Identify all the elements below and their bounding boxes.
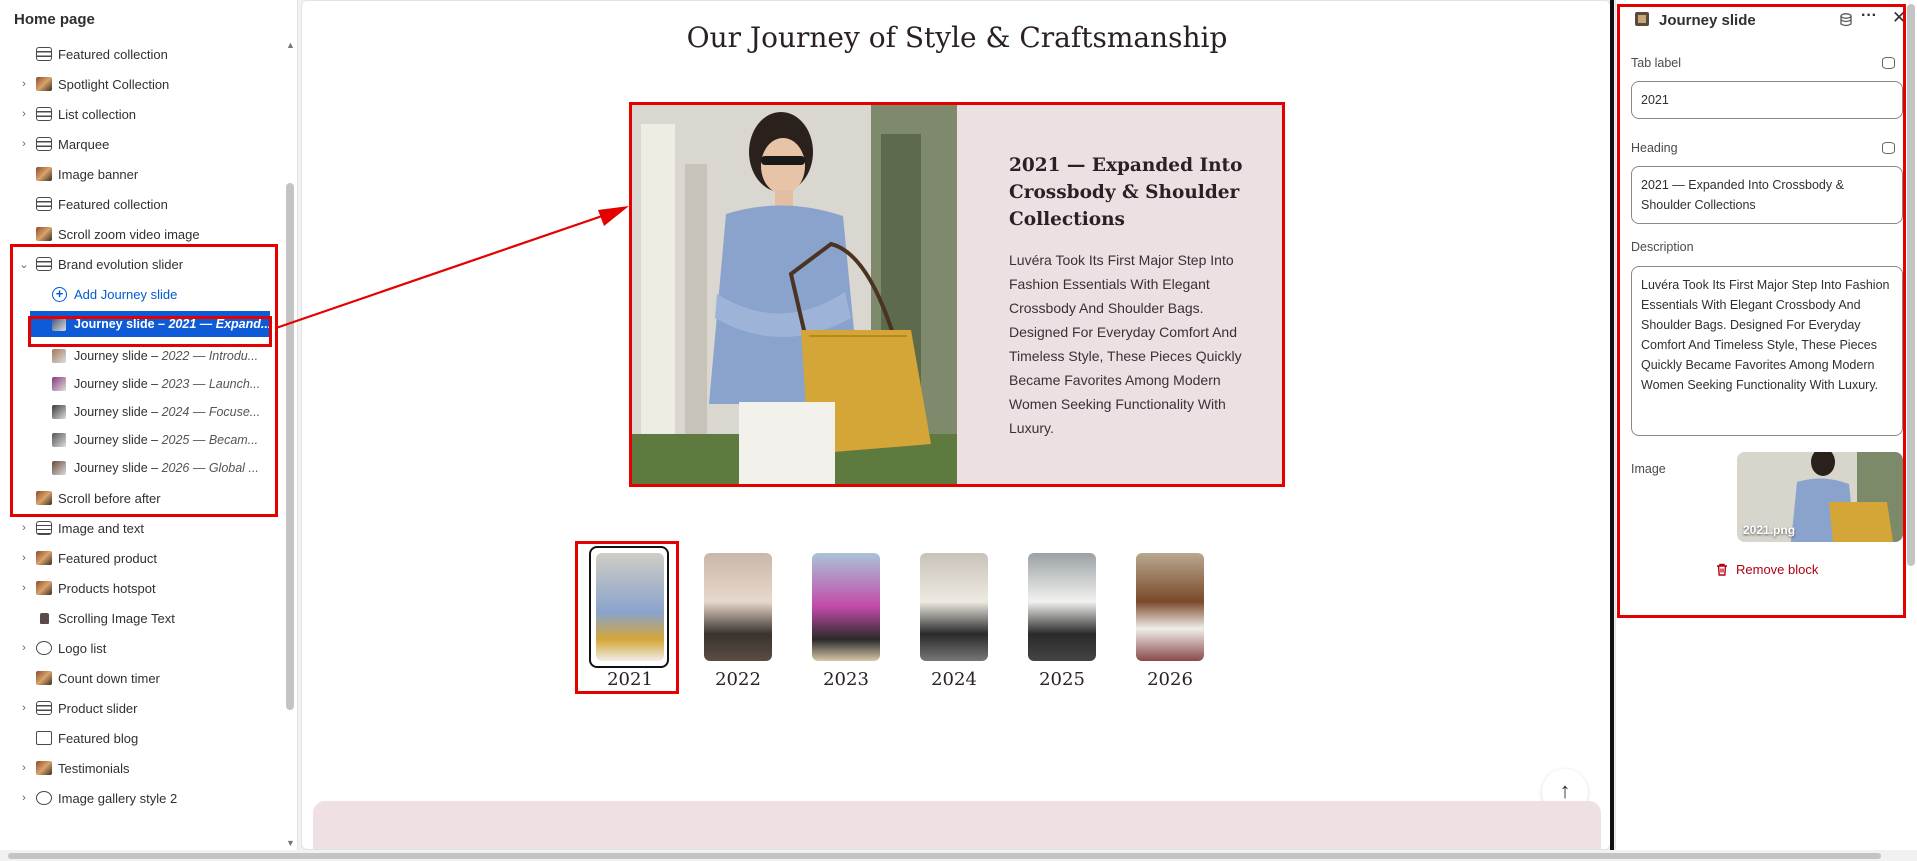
theme-editor: Home page Featured collection › Spotlight … <box>0 0 1917 861</box>
annotation-arrow <box>275 206 629 330</box>
horizontal-scrollbar[interactable] <box>8 853 1881 859</box>
